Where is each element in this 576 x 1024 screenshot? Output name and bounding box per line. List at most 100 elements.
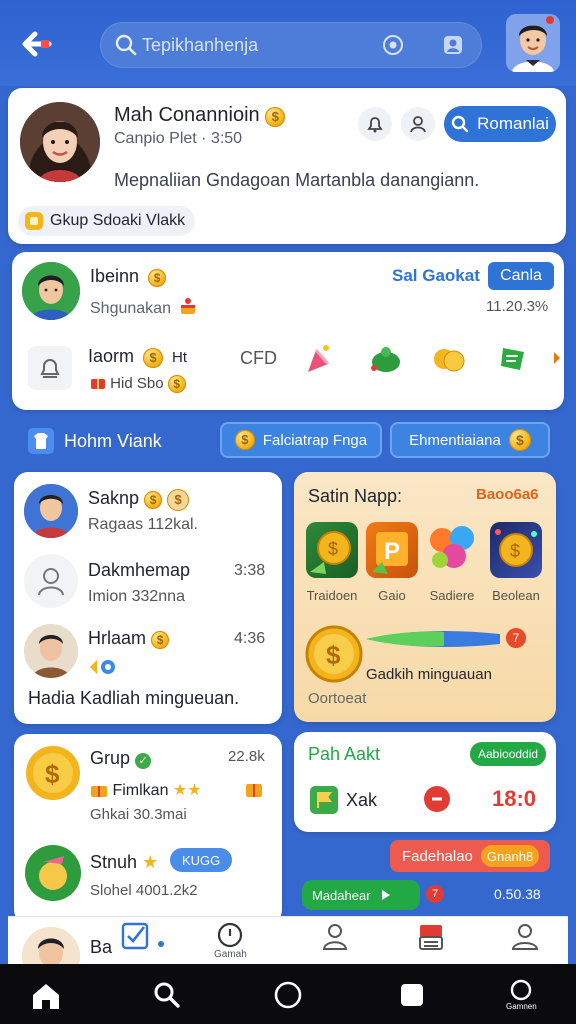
person-outline-icon [38, 568, 64, 596]
voice-icon[interactable] [382, 34, 404, 56]
game-tile[interactable] [426, 522, 478, 578]
search-icon[interactable] [152, 980, 182, 1010]
people-button[interactable] [401, 107, 435, 141]
chat-avatar-image [24, 484, 78, 538]
flag-icon[interactable] [498, 344, 528, 374]
svg-text:$: $ [45, 759, 60, 789]
coins-icon[interactable] [432, 344, 466, 374]
feed-link[interactable]: Sal Gaokat [392, 266, 480, 286]
coin-game-icon: $ [310, 531, 351, 574]
account-icon [511, 924, 539, 950]
section-button-1[interactable]: $ Falciatrap Fnga [220, 422, 382, 458]
nav-inbox[interactable] [416, 921, 446, 953]
feed-avatar-image [22, 262, 80, 320]
promo-strip[interactable]: Fadehalao Gnanh8 [390, 840, 550, 872]
ice-cream-avatar-icon [25, 845, 81, 901]
search-input[interactable] [142, 22, 372, 68]
profile-name: Mah Conannioin [114, 104, 260, 126]
user-avatar[interactable] [506, 14, 560, 72]
score-item: Xak [346, 790, 378, 810]
search-user-icon [451, 115, 469, 133]
coin-icon: $ [234, 430, 255, 450]
cake-icon [181, 298, 196, 314]
group-badge-icon [25, 212, 43, 230]
nav-games-label: Gamah [214, 949, 247, 960]
chat-card: Saknp $ $ Ragaas 112kal. Dakmhemap 3:38 … [14, 472, 282, 724]
feed-row2-code: CFD [240, 348, 277, 368]
feed-button-label: Canla [500, 267, 542, 284]
score-badge-label: Aabiooddid [478, 747, 539, 761]
back-button[interactable] [16, 24, 56, 64]
coin-icon: $ [151, 631, 170, 649]
recents-icon[interactable] [399, 982, 425, 1008]
games-slider-text: Gadkih minguauan [366, 666, 492, 683]
nav-profile[interactable] [320, 921, 350, 953]
feed-row2-title: Iaorm [88, 346, 135, 366]
list-item-sub2: Ghkai 30.3mai [90, 806, 187, 823]
chat-item-sub: Imion 332nna [88, 588, 185, 605]
list-item-sub: Slohel 4001.2k2 [90, 882, 198, 899]
coin-burst-game-icon: $ [495, 529, 537, 567]
feed-row2-extra: Ht [172, 349, 188, 366]
profile-avatar[interactable] [20, 102, 100, 182]
slider-badge: 7 [506, 628, 526, 648]
nav-account[interactable] [510, 921, 540, 953]
promo-tag: Gnanh8 [480, 845, 540, 867]
chat-avatar-placeholder [24, 554, 78, 608]
notification-button[interactable] [358, 107, 392, 141]
coin-icon: $ [508, 429, 531, 451]
feed-button[interactable]: Canla [488, 262, 554, 290]
game-tile[interactable]: $ [490, 522, 542, 578]
letter-game-icon: P [372, 532, 408, 574]
home-icon[interactable] [30, 980, 62, 1012]
scroll-right-icon[interactable] [552, 350, 562, 366]
sys-account[interactable]: Gamnen [506, 978, 537, 1011]
search-bar[interactable] [100, 22, 482, 68]
bell-tile[interactable] [28, 346, 72, 390]
profile-tag-label: Gkup Sdoaki Vlakk [50, 212, 186, 229]
game-tile-label: Traidoen [306, 588, 358, 603]
svg-text:$: $ [510, 541, 520, 561]
game-tile-label: Gaio [378, 588, 406, 603]
bottom-nav: Ba Gamah [8, 916, 568, 985]
circle-home-icon[interactable] [273, 980, 303, 1010]
list-item-name-row: Stnuh ★ [90, 852, 158, 873]
sys-account-label: Gamnen [506, 1002, 537, 1011]
back-arrow-icon [22, 31, 52, 57]
feed-row2: Iaorm $ Ht [88, 346, 187, 368]
games-card: Satin Napp: Baoo6a6 $ Traidoen P Gaio Sa… [294, 472, 556, 722]
feed-avatar[interactable] [22, 262, 80, 320]
bell-icon [367, 117, 383, 133]
feed-row2-sub-row: Hid Sbo $ [90, 374, 186, 393]
coin-avatar-icon: $ [26, 746, 80, 800]
feed-row2-sub: Hid Sbo [110, 375, 164, 392]
chat-item[interactable]: Hrlaam $ 4:36 [14, 618, 282, 680]
game-tile[interactable]: $ [306, 522, 358, 578]
nav-tasks[interactable] [120, 921, 150, 951]
section-button-2[interactable]: Ehmentiaiana $ [390, 422, 550, 458]
list-item[interactable]: $ Grup ✓ 22.8k Fimlkan ★★ Ghkai 30.3mai [14, 734, 282, 828]
big-coin-icon: $ [305, 625, 363, 683]
list-item-sub1: Fimlkan [112, 782, 169, 799]
list-item[interactable]: Stnuh ★ KUGG Slohel 4001.2k2 [14, 836, 282, 910]
account-search-icon[interactable] [442, 34, 464, 56]
game-tile[interactable]: P [366, 522, 418, 578]
slider-badge-value: 7 [512, 631, 520, 645]
turtle-icon[interactable] [368, 344, 404, 374]
nav-user-label: Ba [90, 937, 113, 957]
list-item-name: Stnuh [90, 852, 138, 872]
progress-slider[interactable] [364, 624, 504, 654]
profile-tag[interactable]: Gkup Sdoaki Vlakk [18, 206, 196, 236]
list-item-tag[interactable]: KUGG [170, 848, 233, 872]
account-circle-icon [511, 979, 532, 1001]
chat-item[interactable]: Saknp $ $ Ragaas 112kal. [14, 472, 282, 548]
chat-item[interactable]: Dakmhemap 3:38 Imion 332nna [14, 550, 282, 612]
progress-label: Madahear [312, 887, 371, 903]
chat-item-name: Saknp [88, 488, 140, 508]
nav-games[interactable]: Gamah [214, 921, 247, 960]
profile-action-button[interactable]: Romanlai [444, 106, 556, 142]
badge-icons [90, 660, 115, 674]
list-item-stat: 22.8k [228, 748, 265, 765]
progress-button[interactable]: Madahear [302, 880, 420, 910]
party-popper-icon[interactable] [304, 342, 334, 376]
